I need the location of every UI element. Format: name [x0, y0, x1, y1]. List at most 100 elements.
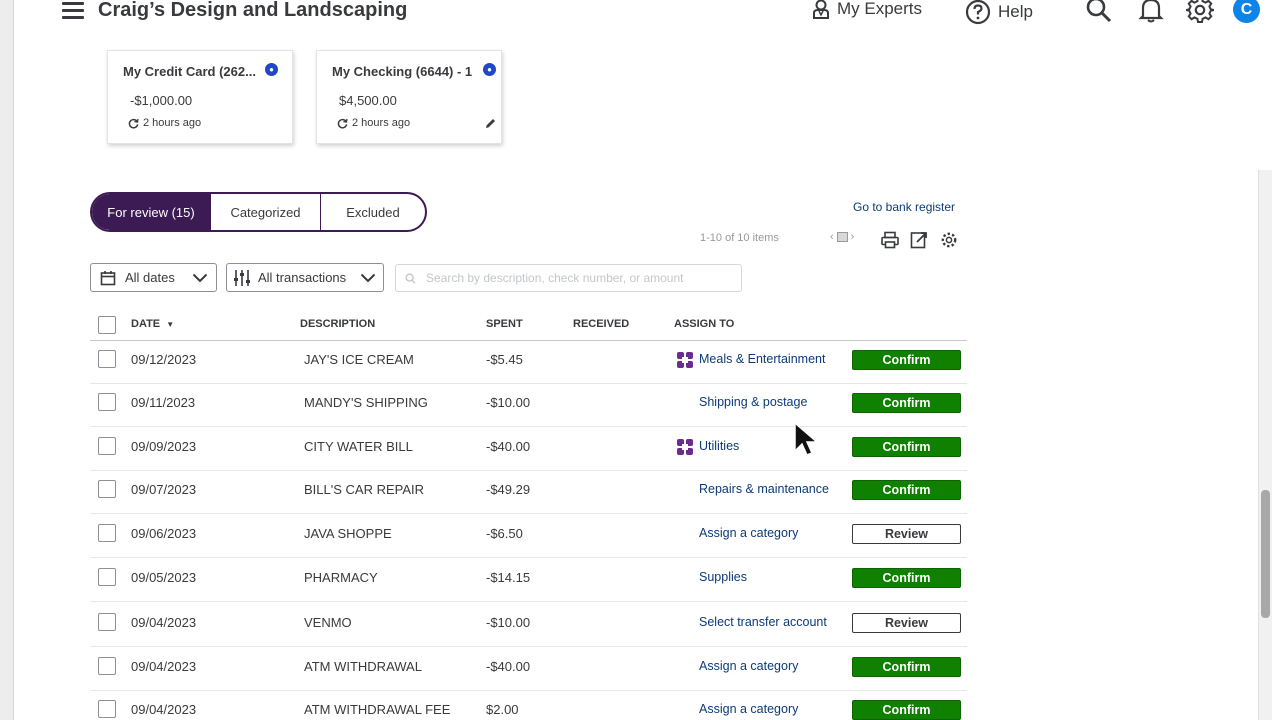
export-icon[interactable] [909, 230, 929, 250]
confirm-button[interactable]: Confirm [852, 700, 961, 720]
calendar-icon [100, 270, 116, 285]
mouse-cursor-icon [794, 421, 820, 456]
column-header-spent[interactable]: SPENT [486, 318, 523, 330]
table-row[interactable]: 09/11/2023 MANDY'S SHIPPING -$10.00 Shippin… [90, 383, 967, 427]
tab-categorized[interactable]: Categorized [210, 194, 320, 230]
account-updated-text: 2 hours ago [352, 117, 411, 129]
row-checkbox[interactable] [98, 568, 116, 586]
row-description: JAVA SHOPPE [304, 526, 392, 541]
go-to-bank-register-link[interactable]: Go to bank register [853, 200, 955, 214]
row-assign-to[interactable]: Meals & Entertainment [699, 352, 825, 366]
account-card-checking[interactable]: My Checking (6644) - 1 ● $4,500.00 2 hou… [316, 50, 502, 144]
row-date: 09/12/2023 [131, 352, 197, 367]
tab-excluded[interactable]: Excluded [320, 194, 425, 230]
help-label: Help [998, 2, 1033, 21]
row-spent: -$14.15 [486, 570, 531, 585]
chevron-right-icon[interactable]: › [851, 231, 855, 243]
table-row[interactable]: 09/04/2023 VENMO -$10.00 Select transfer ac… [90, 603, 967, 647]
table-row[interactable]: 09/07/2023 BILL'S CAR REPAIR -$49.29 Repair… [90, 470, 967, 514]
my-experts-link[interactable]: My Experts [812, 0, 922, 19]
account-updated: 2 hours ago [337, 117, 410, 129]
pagination-text: 1-10 of 10 items [700, 232, 779, 244]
review-button[interactable]: Review [852, 613, 961, 633]
row-assign-to[interactable]: Repairs & maintenance [699, 482, 829, 496]
confirm-button[interactable]: Confirm [852, 393, 961, 413]
tab-for-review[interactable]: For review (15) [92, 194, 210, 230]
row-spent: -$49.29 [486, 482, 531, 497]
search-icon[interactable] [1084, 0, 1114, 24]
confirm-button[interactable]: Confirm [852, 350, 961, 370]
row-checkbox[interactable] [98, 350, 116, 368]
search-input[interactable] [426, 271, 736, 285]
confirm-button[interactable]: Confirm [852, 657, 961, 677]
account-balance: $4,500.00 [339, 93, 397, 108]
pagination-nav[interactable]: ‹ › [830, 231, 854, 243]
account-card-credit-card[interactable]: My Credit Card (262... ● -$1,000.00 2 ho… [107, 50, 293, 144]
company-name: Craig’s Design and Landscaping [98, 0, 408, 21]
column-header-received[interactable]: RECEIVED [573, 318, 629, 330]
gear-icon[interactable] [1185, 0, 1215, 24]
row-assign-to[interactable]: Select transfer account [699, 615, 827, 629]
row-assign-to[interactable]: Utilities [699, 439, 739, 453]
search-field[interactable] [395, 264, 742, 292]
bank-logo-icon: ● [265, 63, 278, 76]
scrollbar[interactable] [1258, 170, 1272, 720]
row-date: 09/06/2023 [131, 526, 197, 541]
row-spent: -$5.45 [486, 352, 523, 367]
row-assign-to[interactable]: Supplies [699, 570, 747, 584]
column-header-description[interactable]: DESCRIPTION [300, 318, 375, 330]
scrollbar-thumb[interactable] [1261, 490, 1270, 618]
settings-icon[interactable] [939, 230, 959, 250]
row-checkbox[interactable] [98, 437, 116, 455]
chevron-left-icon[interactable]: ‹ [830, 231, 834, 243]
confirm-button[interactable]: Confirm [852, 437, 961, 457]
row-checkbox[interactable] [98, 524, 116, 542]
row-checkbox[interactable] [98, 700, 116, 718]
table-row[interactable]: 09/05/2023 PHARMACY -$14.15 Supplies Confirm [90, 558, 967, 602]
row-spent: -$10.00 [486, 395, 531, 410]
confirm-button[interactable]: Confirm [852, 568, 961, 588]
pencil-icon[interactable] [484, 117, 497, 130]
row-date: 09/04/2023 [131, 659, 197, 674]
column-header-date[interactable]: DATE ▼ [131, 318, 174, 330]
date-filter-label: All dates [125, 270, 175, 285]
review-tabs: For review (15) Categorized Excluded [90, 192, 427, 232]
row-checkbox[interactable] [98, 480, 116, 498]
menu-icon[interactable] [62, 2, 84, 20]
print-icon[interactable] [880, 230, 900, 250]
row-date: 09/04/2023 [131, 702, 197, 717]
date-filter-dropdown[interactable]: All dates [90, 263, 217, 292]
row-checkbox[interactable] [98, 393, 116, 411]
transactions-filter-dropdown[interactable]: All transactions [226, 263, 384, 292]
row-checkbox[interactable] [98, 657, 116, 675]
experts-icon [813, 0, 829, 19]
row-assign-to[interactable]: Shipping & postage [699, 395, 807, 409]
row-description: ATM WITHDRAWAL FEE [304, 702, 451, 717]
table-row[interactable]: 09/06/2023 JAVA SHOPPE -$6.50 Assign a cate… [90, 514, 967, 558]
review-button[interactable]: Review [852, 524, 961, 544]
bell-icon[interactable] [1136, 0, 1166, 24]
row-checkbox[interactable] [98, 613, 116, 631]
row-assign-to[interactable]: Assign a category [699, 702, 798, 716]
row-assign-to[interactable]: Assign a category [699, 526, 798, 540]
select-all-checkbox[interactable] [98, 316, 116, 334]
confirm-button[interactable]: Confirm [852, 480, 961, 500]
table-row[interactable]: 09/04/2023 ATM WITHDRAWAL -$40.00 Assign a … [90, 647, 967, 691]
refresh-icon [337, 118, 348, 128]
search-icon [405, 272, 416, 284]
sort-desc-icon: ▼ [166, 320, 175, 329]
account-updated: 2 hours ago [128, 117, 201, 129]
table-row[interactable]: 09/12/2023 JAY'S ICE CREAM -$5.45 Meals & E… [90, 340, 967, 384]
avatar[interactable]: C [1233, 0, 1260, 23]
row-description: BILL'S CAR REPAIR [304, 482, 425, 497]
row-spent: -$10.00 [486, 615, 531, 630]
account-name: My Credit Card (262... [123, 64, 256, 79]
table-row[interactable]: 09/04/2023 ATM WITHDRAWAL FEE $2.00 Assign … [90, 690, 967, 720]
column-header-assign-to: ASSIGN TO [674, 318, 735, 330]
help-link[interactable]: Help [965, 0, 1033, 25]
bank-logo-icon: ● [483, 63, 496, 76]
row-spent: $2.00 [486, 702, 519, 717]
table-row[interactable]: 09/09/2023 CITY WATER BILL -$40.00 Utilitie… [90, 427, 967, 471]
chevron-down-icon [192, 273, 208, 282]
row-assign-to[interactable]: Assign a category [699, 659, 798, 673]
